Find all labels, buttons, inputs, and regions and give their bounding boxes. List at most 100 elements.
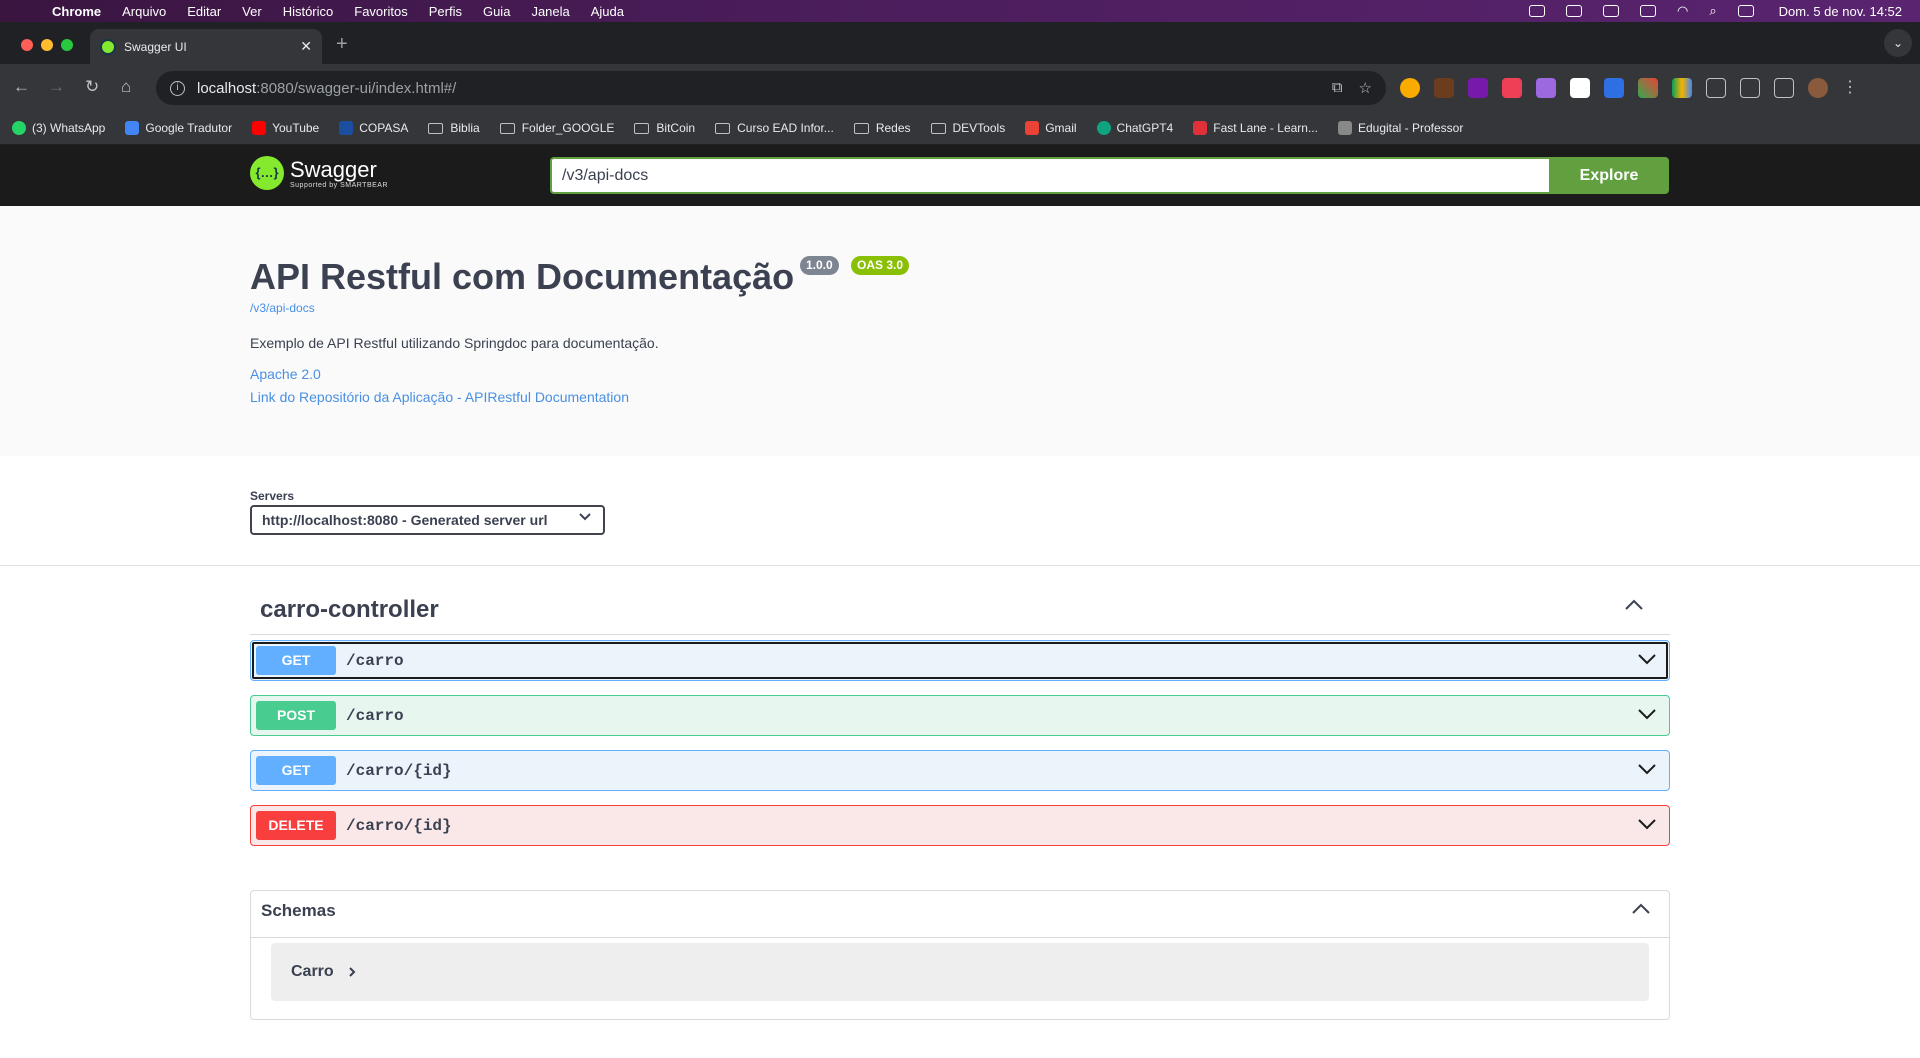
chevron-down-icon[interactable] [1637, 762, 1657, 776]
bookmark-whatsapp[interactable]: (3) WhatsApp [12, 121, 105, 135]
back-arrow-icon[interactable]: ← [13, 77, 30, 97]
menu-ver[interactable]: Ver [242, 4, 262, 19]
chevron-up-icon[interactable] [1624, 598, 1644, 612]
macos-menu-bar: Chrome Arquivo Editar Ver Histórico Favo… [0, 0, 1920, 22]
side-panel-icon[interactable] [1774, 78, 1794, 98]
chevron-right-icon [348, 967, 356, 977]
bookmark-fast-lane[interactable]: Fast Lane - Learn... [1193, 121, 1318, 135]
menu-editar[interactable]: Editar [187, 4, 221, 19]
close-tab-icon[interactable]: ✕ [300, 38, 312, 55]
menu-guia[interactable]: Guia [483, 4, 510, 19]
bookmark-copasa[interactable]: COPASA [339, 121, 408, 135]
copasa-icon [339, 121, 354, 135]
tag-name: carro-controller [260, 596, 439, 623]
bookmark-folder-bitcoin[interactable]: BitCoin [634, 121, 695, 135]
schema-item-carro[interactable]: Carro [271, 943, 1649, 1001]
keyboard-icon[interactable] [1566, 5, 1583, 17]
license-link[interactable]: Apache 2.0 [250, 366, 321, 382]
wifi-icon[interactable]: ◠ [1677, 3, 1688, 19]
operation-get-carro-id[interactable]: GET /carro/{id} [250, 750, 1670, 791]
address-bar[interactable]: i localhost:8080/swagger-ui/index.html#/… [156, 71, 1386, 105]
zoom-window-button[interactable] [61, 39, 73, 51]
spec-url-input[interactable] [550, 157, 1550, 194]
profile-avatar[interactable] [1808, 78, 1828, 98]
menu-janela[interactable]: Janela [531, 4, 569, 19]
car-icon[interactable] [1640, 5, 1657, 17]
bookmark-folder-curso-ead[interactable]: Curso EAD Infor... [715, 121, 834, 135]
operation-path: /carro [346, 651, 404, 670]
control-center-icon[interactable] [1737, 5, 1754, 17]
menu-arquivo[interactable]: Arquivo [122, 4, 166, 19]
bookmark-google-tradutor[interactable]: Google Tradutor [125, 121, 232, 135]
chevron-down-icon[interactable] [1637, 707, 1657, 721]
colorful-extension-icon[interactable] [1638, 78, 1658, 98]
forward-arrow-icon[interactable]: → [48, 77, 65, 97]
bookmark-edugital[interactable]: Edugital - Professor [1337, 121, 1463, 135]
folder-icon [428, 122, 444, 134]
operation-path: /carro/{id} [346, 816, 452, 835]
bookmark-label: COPASA [359, 121, 409, 135]
operation-post-carro[interactable]: POST /carro [250, 695, 1670, 736]
operation-get-carro[interactable]: GET /carro [250, 640, 1670, 681]
bookmark-folder-biblia[interactable]: Biblia [428, 121, 480, 135]
oas-badge: OAS 3.0 [851, 256, 910, 275]
pocket-extension-icon[interactable] [1502, 78, 1522, 98]
screen-share-icon[interactable] [1529, 5, 1546, 17]
edugital-icon [1337, 121, 1352, 135]
instapaper-extension-icon[interactable] [1570, 78, 1590, 98]
browser-toolbar: ← → ↻ ⌂ i localhost:8080/swagger-ui/inde… [0, 64, 1920, 112]
minimize-window-button[interactable] [41, 39, 53, 51]
bookmark-folder-google[interactable]: Folder_GOOGLE [499, 121, 614, 135]
operation-delete-carro-id[interactable]: DELETE /carro/{id} [250, 805, 1670, 846]
menu-historico[interactable]: Histórico [283, 4, 334, 19]
browser-tab-strip: Swagger UI ✕ + ⌄ [0, 22, 1920, 64]
site-info-icon[interactable]: i [170, 80, 185, 96]
tag-header-carro-controller[interactable]: carro-controller [250, 588, 1670, 635]
menu-perfis[interactable]: Perfis [429, 4, 462, 19]
chevron-down-icon[interactable] [1637, 817, 1657, 831]
bookmark-chatgpt[interactable]: ChatGPT4 [1096, 121, 1173, 135]
bookmark-star-icon[interactable]: ☆ [1359, 79, 1372, 97]
spotlight-search-icon[interactable]: ⌕ [1709, 3, 1716, 19]
home-icon[interactable]: ⌂ [121, 77, 131, 97]
url-host: localhost [197, 79, 257, 97]
method-badge: POST [256, 701, 336, 730]
tab-search-chevron-icon[interactable]: ⌄ [1884, 29, 1912, 57]
api-description: Exemplo de API Restful utilizando Spring… [250, 335, 659, 351]
close-window-button[interactable] [21, 39, 33, 51]
calendar-icon[interactable] [1603, 5, 1620, 17]
bookmarks-bar: (3) WhatsApp Google Tradutor YouTube COP… [0, 112, 1920, 145]
onenote-extension-icon[interactable] [1468, 78, 1488, 98]
new-tab-icon[interactable]: + [336, 33, 348, 56]
puzzle-extensions-icon[interactable] [1706, 78, 1726, 98]
google-drive-extension-icon[interactable] [1672, 78, 1692, 98]
bookmark-folder-redes[interactable]: Redes [853, 121, 911, 135]
gmail-icon [1025, 121, 1040, 135]
d-extension-icon[interactable] [1604, 78, 1624, 98]
tab-swagger-ui[interactable]: Swagger UI ✕ [90, 29, 322, 64]
pen-extension-icon[interactable] [1536, 78, 1556, 98]
repository-link[interactable]: Link do Repositório da Aplicação - APIRe… [250, 389, 629, 405]
translate-page-icon[interactable]: ⧉ [1332, 79, 1343, 97]
chevron-down-icon[interactable] [1637, 652, 1657, 666]
menu-favoritos[interactable]: Favoritos [354, 4, 407, 19]
reload-icon[interactable]: ↻ [85, 77, 99, 97]
bookmark-folder-devtools[interactable]: DEVTools [930, 121, 1005, 135]
server-select[interactable]: http://localhost:8080 - Generated server… [250, 505, 605, 535]
chevron-up-icon[interactable] [1631, 902, 1651, 916]
k-extension-icon[interactable] [1434, 78, 1454, 98]
schemas-title[interactable]: Schemas [261, 901, 336, 921]
bookmark-gmail[interactable]: Gmail [1025, 121, 1077, 135]
menubar-clock[interactable]: Dom. 5 de nov. 14:52 [1779, 4, 1902, 19]
spec-url-link[interactable]: /v3/api-docs [250, 301, 315, 315]
menu-app-name[interactable]: Chrome [52, 4, 101, 19]
chrome-menu-icon[interactable]: ⋮ [1842, 78, 1858, 98]
reading-list-icon[interactable] [1740, 78, 1760, 98]
menu-ajuda[interactable]: Ajuda [591, 4, 624, 19]
swagger-logo[interactable]: {…} Swagger Supported by SMARTBEAR [250, 156, 388, 190]
lightbulb-extension-icon[interactable] [1400, 78, 1420, 98]
explore-button[interactable]: Explore [1549, 157, 1669, 194]
schemas-section: Schemas Carro [250, 890, 1670, 1020]
chevron-down-icon [579, 513, 591, 521]
bookmark-youtube[interactable]: YouTube [252, 121, 319, 135]
